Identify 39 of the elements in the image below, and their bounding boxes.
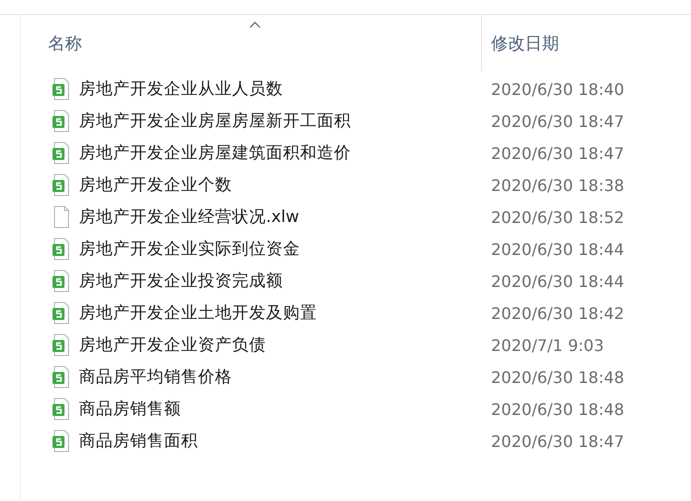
modified-date: 2020/7/1 9:03 [491,336,605,354]
file-name[interactable]: 商品房平均销售价格 [79,366,232,388]
spreadsheet-file-icon [52,270,71,292]
file-name[interactable]: 房地产开发企业实际到位资金 [79,238,300,260]
modified-date: 2020/6/30 18:44 [491,272,626,290]
spreadsheet-file-icon [52,238,71,260]
file-name[interactable]: 房地产开发企业从业人员数 [79,78,283,100]
blank-file-icon [52,206,71,228]
modified-date: 2020/6/30 18:44 [491,240,626,258]
spreadsheet-file-icon [52,302,71,324]
spreadsheet-file-icon [52,398,71,420]
modified-date: 2020/6/30 18:42 [491,304,626,322]
file-name[interactable]: 房地产开发企业土地开发及购置 [79,302,317,324]
file-name[interactable]: 房地产开发企业投资完成额 [79,270,283,292]
modified-date: 2020/6/30 18:47 [491,112,626,130]
file-name[interactable]: 商品房销售面积 [79,430,198,452]
modified-date: 2020/6/30 18:52 [491,208,626,226]
spreadsheet-file-icon [52,334,71,356]
file-name[interactable]: 房地产开发企业房屋房屋新开工面积 [79,110,351,132]
file-name[interactable]: 商品房销售额 [79,398,181,420]
spreadsheet-file-icon [52,142,71,164]
modified-date: 2020/6/30 18:47 [491,144,626,162]
modified-date: 2020/6/30 18:40 [491,80,626,98]
spreadsheet-file-icon [52,174,71,196]
modified-date: 2020/6/30 18:47 [491,432,626,450]
file-name[interactable]: 房地产开发企业资产负债 [79,334,266,356]
spreadsheet-file-icon [52,366,71,388]
file-name[interactable]: 房地产开发企业经营状况.xlw [79,206,300,228]
modified-date: 2020/6/30 18:48 [491,400,626,418]
column-header[interactable]: 名称 [48,32,82,54]
file-name[interactable]: 房地产开发企业房屋建筑面积和造价 [79,142,351,164]
sort-caret-icon [249,21,261,28]
spreadsheet-file-icon [52,78,71,100]
column-header[interactable]: 修改日期 [491,32,559,54]
spreadsheet-file-icon [52,110,71,132]
file-name[interactable]: 房地产开发企业个数 [79,174,232,196]
spreadsheet-file-icon [52,430,71,452]
modified-date: 2020/6/30 18:48 [491,368,626,386]
modified-date: 2020/6/30 18:38 [491,176,626,194]
